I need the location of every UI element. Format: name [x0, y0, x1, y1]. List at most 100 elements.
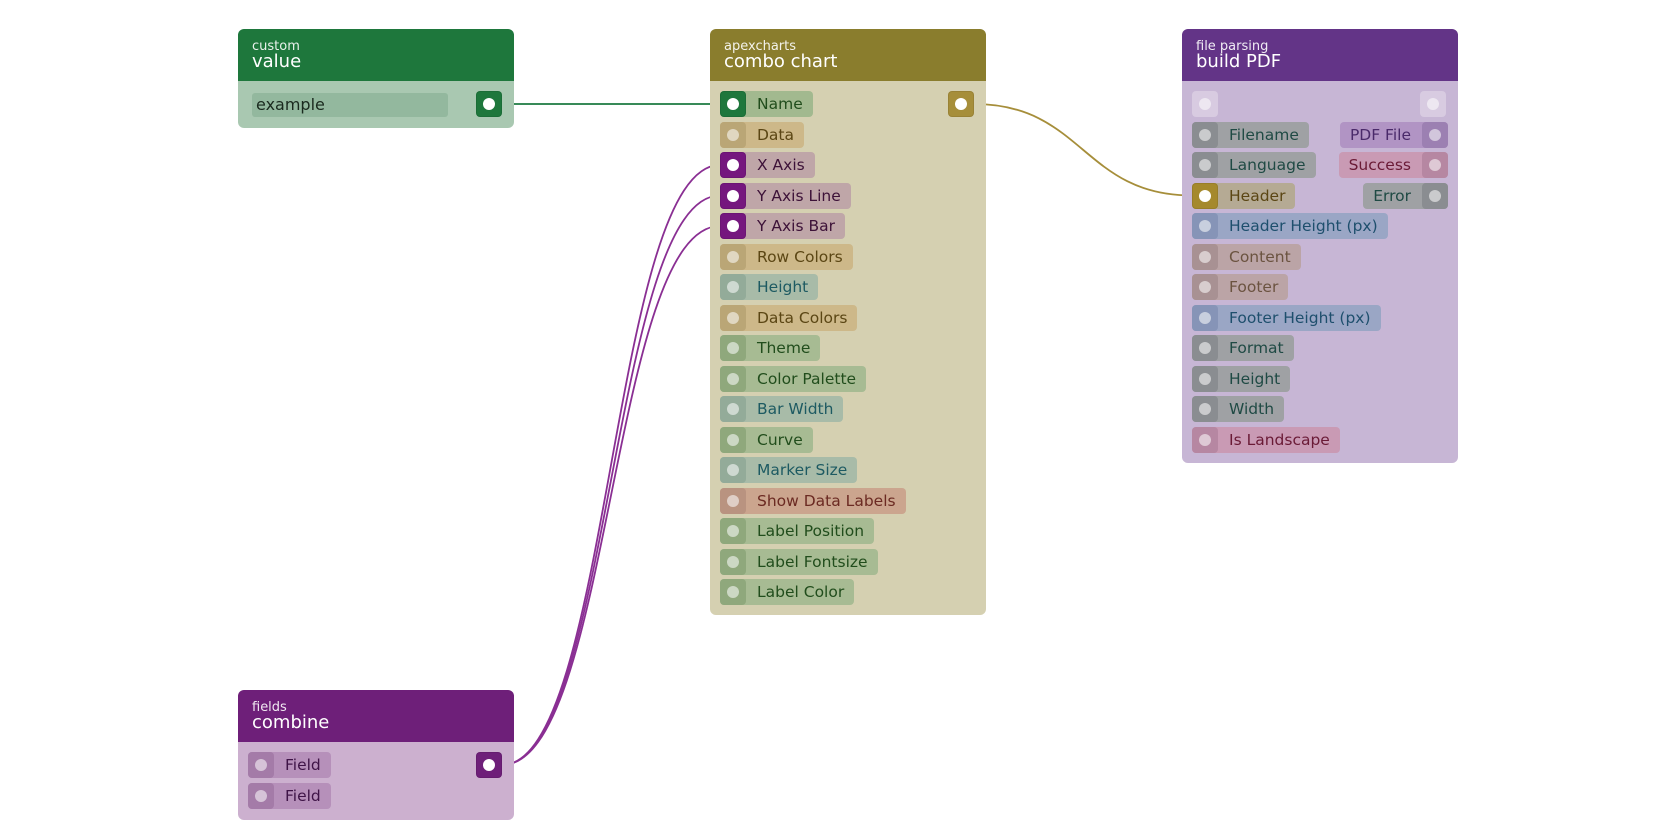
socket-label: Data Colors	[757, 308, 848, 327]
input-format[interactable]: Format	[1192, 335, 1294, 361]
input-y-axis-bar-socket[interactable]	[720, 213, 746, 239]
input-field-2-socket[interactable]	[248, 782, 274, 809]
input-marker-size-socket[interactable]	[720, 457, 746, 483]
socket-label: Format	[1229, 339, 1284, 357]
socket-label: Is Landscape	[1229, 430, 1330, 449]
wire-combine-to-y-axis-bar[interactable]	[501, 225, 721, 766]
input-field-1[interactable]: Field	[248, 752, 331, 778]
input-content[interactable]: Content	[1192, 243, 1301, 270]
input-theme[interactable]: Theme	[720, 335, 821, 361]
input-color-palette-socket[interactable]	[720, 365, 746, 392]
input-y-axis-line[interactable]: Y Axis Line	[720, 182, 851, 209]
input-bar-width-socket[interactable]	[720, 396, 746, 422]
input-field-1-socket[interactable]	[248, 752, 274, 778]
input-label-position[interactable]: Label Position	[720, 518, 875, 544]
input-show-data-labels[interactable]: Show Data Labels	[720, 487, 906, 514]
output-success[interactable]: Success	[1338, 152, 1448, 178]
combine-node[interactable]: fields combine Field Field	[238, 690, 514, 820]
input-label-color[interactable]: Label Color	[720, 579, 855, 605]
input-x-axis[interactable]: X Axis	[720, 152, 815, 178]
input-height-socket[interactable]	[720, 274, 746, 300]
build-pdf-node-header[interactable]: file parsing build PDF	[1182, 29, 1458, 81]
input-is-landscape[interactable]: Is Landscape	[1192, 426, 1340, 453]
combine-output-socket[interactable]	[476, 752, 502, 778]
socket-label: Name	[757, 95, 803, 113]
socket-label: Field	[285, 756, 321, 774]
input-footer-height-px-socket[interactable]	[1192, 304, 1218, 331]
input-height[interactable]: Height	[720, 274, 819, 300]
input-width[interactable]: Width	[1192, 396, 1285, 422]
input-width-socket[interactable]	[1192, 396, 1218, 422]
output-pdf-file[interactable]: PDF File	[1339, 121, 1448, 148]
socket-label: PDF File	[1349, 125, 1411, 144]
node-title: combine	[252, 712, 330, 733]
input-label-fontsize-socket[interactable]	[720, 548, 746, 575]
input-format-socket[interactable]	[1192, 335, 1218, 361]
combo-chart-node[interactable]: apexcharts combo chart Name Data X Axis Y A…	[710, 29, 986, 615]
input-row-colors-socket[interactable]	[720, 243, 746, 270]
combo-chart-node-header[interactable]: apexcharts combo chart	[710, 29, 986, 81]
value-output-socket[interactable]	[476, 91, 502, 117]
node-title: combo chart	[724, 51, 838, 72]
input-data-colors-socket[interactable]	[720, 304, 746, 331]
input-label-fontsize[interactable]: Label Fontsize	[720, 548, 878, 575]
socket-label: Field	[285, 786, 321, 805]
input-filename[interactable]: Filename	[1192, 121, 1309, 148]
build-pdf-node[interactable]: file parsing build PDF Filename Language H…	[1182, 29, 1458, 463]
input-header-height-px-socket[interactable]	[1192, 213, 1218, 239]
input-color-palette[interactable]: Color Palette	[720, 365, 867, 392]
input-curve[interactable]: Curve	[720, 426, 813, 453]
input-filename-socket[interactable]	[1192, 121, 1218, 148]
output-error[interactable]: Error	[1363, 182, 1448, 209]
wire-combo-to-header[interactable]	[973, 103, 1193, 197]
input-language[interactable]: Language	[1192, 152, 1316, 178]
input-footer-socket[interactable]	[1192, 274, 1218, 300]
input-content-socket[interactable]	[1192, 243, 1218, 270]
socket-label: Footer Height (px)	[1229, 308, 1371, 327]
value-input[interactable]: example	[252, 93, 448, 117]
socket-label: Height	[1229, 369, 1281, 388]
input-height[interactable]: Height	[1192, 365, 1291, 392]
input-header-height-px[interactable]: Header Height (px)	[1192, 213, 1388, 239]
input-show-data-labels-socket[interactable]	[720, 487, 746, 514]
input-field-2[interactable]: Field	[248, 782, 331, 809]
pdf-trigger-input-socket[interactable]	[1192, 91, 1218, 117]
socket-label: Height	[757, 278, 809, 296]
input-footer[interactable]: Footer	[1192, 274, 1289, 300]
socket-label: Header Height (px)	[1229, 217, 1378, 235]
input-y-axis-line-socket[interactable]	[720, 182, 746, 209]
value-node[interactable]: custom value example	[238, 29, 514, 128]
combo-chart-output-socket[interactable]	[948, 91, 974, 117]
socket-label: Label Color	[757, 583, 845, 601]
input-bar-width[interactable]: Bar Width	[720, 396, 844, 422]
input-theme-socket[interactable]	[720, 335, 746, 361]
input-name[interactable]: Name	[720, 91, 813, 117]
socket-label: Filename	[1229, 125, 1299, 144]
input-header[interactable]: Header	[1192, 182, 1296, 209]
input-x-axis-socket[interactable]	[720, 152, 746, 178]
output-pdf-file-socket[interactable]	[1422, 121, 1448, 148]
input-label-color-socket[interactable]	[720, 579, 746, 605]
input-y-axis-bar[interactable]: Y Axis Bar	[720, 213, 845, 239]
input-curve-socket[interactable]	[720, 426, 746, 453]
input-name-socket[interactable]	[720, 91, 746, 117]
input-data-socket[interactable]	[720, 121, 746, 148]
input-marker-size[interactable]: Marker Size	[720, 457, 858, 483]
input-label-position-socket[interactable]	[720, 518, 746, 544]
input-is-landscape-socket[interactable]	[1192, 426, 1218, 453]
input-data[interactable]: Data	[720, 121, 805, 148]
value-node-header[interactable]: custom value	[238, 29, 514, 81]
output-error-socket[interactable]	[1422, 182, 1448, 209]
input-data-colors[interactable]: Data Colors	[720, 304, 858, 331]
input-language-socket[interactable]	[1192, 152, 1218, 178]
input-footer-height-px[interactable]: Footer Height (px)	[1192, 304, 1381, 331]
wire-combine-to-x-axis[interactable]	[501, 164, 721, 766]
output-success-socket[interactable]	[1422, 152, 1448, 178]
input-row-colors[interactable]: Row Colors	[720, 243, 853, 270]
wire-combine-to-y-axis-line[interactable]	[501, 194, 721, 766]
input-header-socket[interactable]	[1192, 182, 1218, 209]
input-height-socket[interactable]	[1192, 365, 1218, 392]
socket-label: Error	[1373, 186, 1411, 205]
combine-node-header[interactable]: fields combine	[238, 690, 514, 742]
pdf-trigger-output-socket[interactable]	[1420, 91, 1446, 117]
